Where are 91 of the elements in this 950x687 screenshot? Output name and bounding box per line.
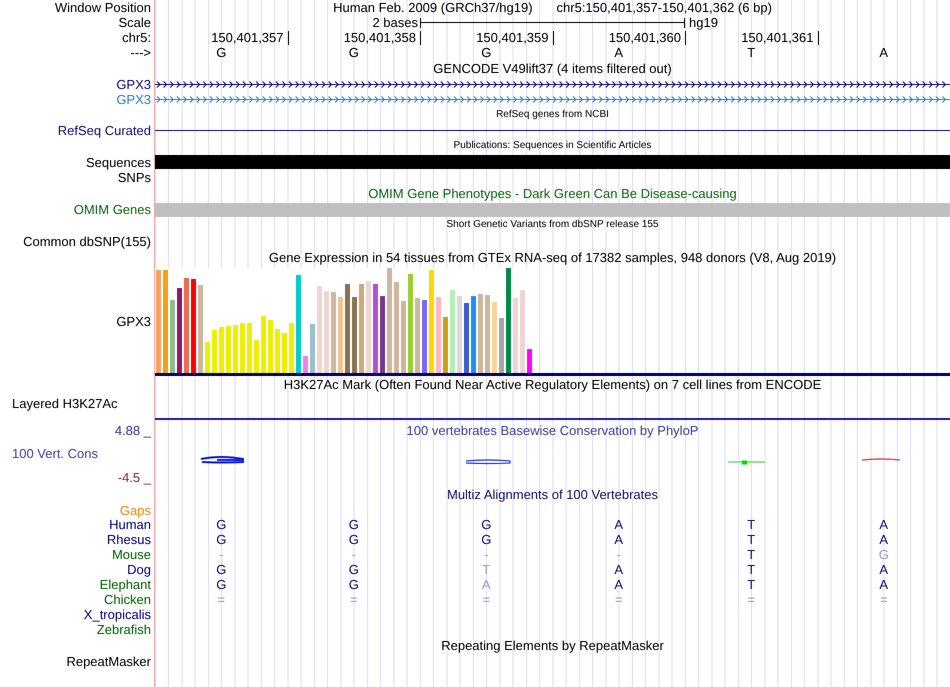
- species-label: Dog: [127, 563, 151, 576]
- track-title: Short Genetic Variants from dbSNP release 155: [446, 220, 658, 230]
- alignment-base: G: [348, 578, 359, 591]
- alignment-base: G: [481, 533, 492, 546]
- track-title: Publications: Sequences in Scientific Articles: [454, 141, 652, 152]
- genome-assembly: Human Feb. 2009 (GRCh37/hg19): [333, 1, 533, 14]
- alignment-base: G: [348, 563, 359, 576]
- axis-min-label: -4.5 _: [118, 470, 151, 484]
- alignment-base: A: [614, 518, 624, 531]
- ruler-tick-label: 150,401,361: [741, 30, 818, 44]
- alignment-base: -: [219, 548, 224, 561]
- alignment-base: G: [348, 518, 359, 531]
- alignment-base: A: [614, 533, 624, 546]
- axis-max-label: 4.88 _: [114, 424, 151, 436]
- sequence-base: G: [481, 46, 492, 59]
- sequence-base: T: [747, 46, 756, 59]
- alignment-base: =: [350, 593, 358, 606]
- track-label: 100 Vert. Cons: [12, 447, 98, 460]
- alignment-base: G: [481, 518, 492, 531]
- alignment-base: A: [879, 563, 888, 576]
- scale-length: 2 bases: [372, 16, 419, 29]
- track-title: Multiz Alignments of 100 Vertebrates: [446, 488, 658, 502]
- ruler-tick-label: 150,401,358: [344, 30, 421, 44]
- track-title: Repeating Elements by RepeatMasker: [441, 638, 664, 652]
- alignment-base: T: [482, 563, 490, 576]
- row-label: chr5:: [122, 31, 151, 44]
- alignment-base: A: [879, 578, 888, 591]
- alignment-base: T: [747, 518, 756, 531]
- species-label: Elephant: [100, 578, 151, 591]
- track-label: Gaps: [120, 504, 151, 516]
- alignment-base: G: [348, 533, 359, 546]
- alignment-base: =: [482, 593, 490, 606]
- track-title: 100 vertebrates Basewise Conservation by PhyloP: [406, 424, 698, 436]
- track-title: GENCODE V49lift37 (4 items filtered out): [433, 62, 672, 75]
- alignment-base: A: [614, 563, 624, 576]
- conservation-wiggle: [728, 460, 766, 464]
- sequence-base: A: [879, 46, 888, 59]
- track-label: SNPs: [118, 171, 151, 184]
- alignment-base: T: [747, 563, 756, 576]
- alignment-base: -: [616, 548, 621, 561]
- alignment-base: A: [879, 533, 888, 546]
- conservation-wiggle: [466, 458, 511, 464]
- ruler-tick-label: 150,401,359: [476, 30, 554, 44]
- gene-name-link[interactable]: GPX3: [116, 78, 151, 90]
- alignment-base: T: [747, 548, 756, 561]
- alignment-base: -: [484, 548, 488, 561]
- species-label: Human: [109, 518, 151, 531]
- strand-label: --->: [130, 46, 151, 59]
- species-label: X_tropicalis: [84, 608, 151, 621]
- track-label: Layered H3K27Ac: [12, 396, 118, 410]
- track-title: Gene Expression in 54 tissues from GTEx RNA-seq of 17382 samples, 948 donors (V8, Aug 2019): [268, 251, 836, 264]
- track-label: Sequences: [86, 156, 151, 168]
- alignment-base: =: [217, 593, 226, 606]
- track-title: RefSeq genes from NCBI: [496, 110, 609, 120]
- ruler-tick-label: 150,401,357: [211, 30, 288, 44]
- species-label: Mouse: [112, 548, 151, 561]
- track-label: Common dbSNP(155): [23, 235, 151, 248]
- track-title: H3K27Ac Mark (Often Found Near Active Regulatory Elements) on 7 cell lines from ENCODE: [284, 378, 822, 391]
- alignment-base: A: [482, 578, 491, 591]
- conservation-wiggle: [200, 456, 244, 463]
- alignment-base: G: [216, 563, 226, 576]
- alignment-base: A: [879, 518, 888, 531]
- alignment-base: =: [747, 593, 756, 606]
- species-label: Chicken: [104, 593, 151, 606]
- alignment-base: A: [614, 578, 624, 591]
- gene-name-link[interactable]: GPX3: [116, 92, 151, 106]
- alignment-base: =: [614, 593, 623, 606]
- track-label: OMIM Genes: [74, 203, 151, 216]
- alignment-base: G: [878, 548, 889, 561]
- genome-position: chr5:150,401,357-150,401,362 (6 bp): [556, 1, 772, 14]
- gene-name-link[interactable]: GPX3: [116, 314, 151, 328]
- conservation-wiggle: [862, 458, 900, 460]
- scale-assembly: hg19: [688, 16, 718, 29]
- row-label: Window Position: [54, 1, 151, 14]
- sequence-base: A: [614, 46, 624, 59]
- species-label: Zebrafish: [96, 623, 151, 636]
- row-label: Scale: [118, 16, 151, 29]
- alignment-base: T: [747, 533, 756, 546]
- track-label: RepeatMasker: [66, 655, 151, 668]
- alignment-base: G: [216, 578, 226, 591]
- track-label: RefSeq Curated: [58, 124, 151, 137]
- alignment-base: =: [880, 593, 888, 606]
- sequence-base: G: [216, 46, 226, 59]
- species-label: Rhesus: [106, 533, 151, 546]
- alignment-base: T: [747, 578, 756, 591]
- alignment-base: -: [352, 548, 356, 561]
- ruler-tick-label: 150,401,360: [608, 30, 686, 44]
- alignment-base: G: [216, 518, 226, 531]
- sequence-base: G: [348, 46, 359, 59]
- alignment-base: G: [216, 533, 226, 546]
- track-title: OMIM Gene Phenotypes - Dark Green Can Be Disease-causing: [368, 187, 737, 200]
